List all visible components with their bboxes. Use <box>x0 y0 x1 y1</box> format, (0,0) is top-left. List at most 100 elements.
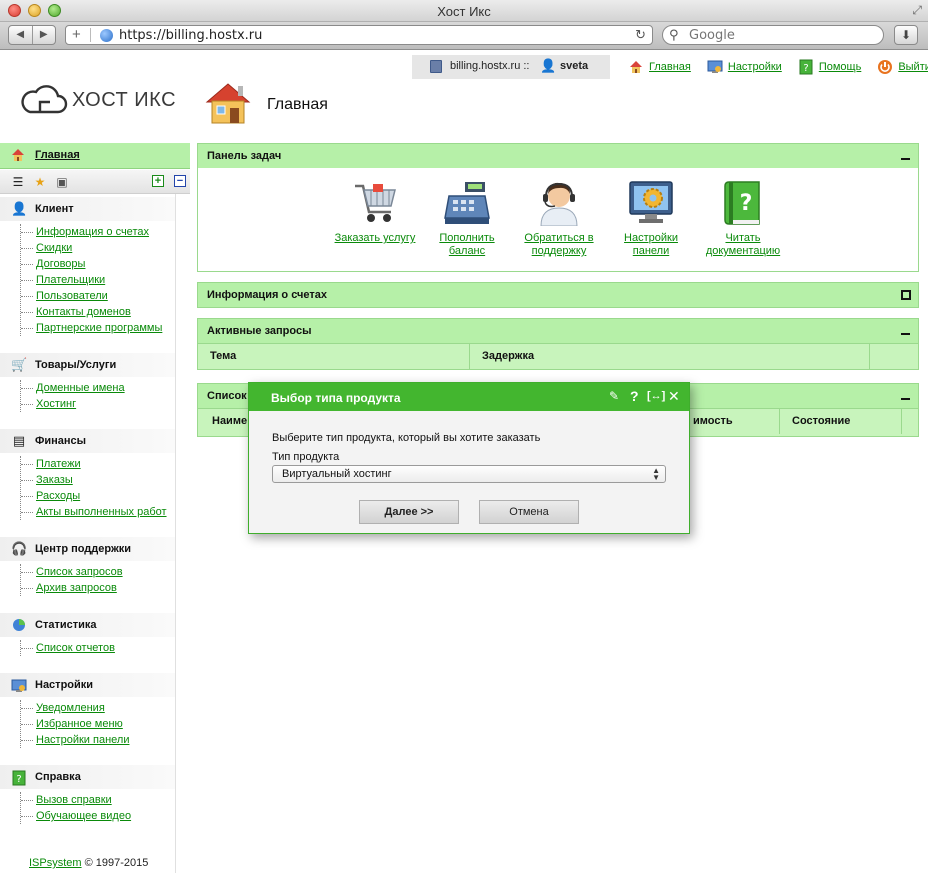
sidebar-item-link[interactable]: Акты выполненных работ <box>36 506 167 518</box>
tasks-panel-header[interactable]: Панель задач <box>197 143 919 169</box>
sidebar-item-link[interactable]: Заказы <box>36 474 73 486</box>
sidebar-item-link[interactable]: Контакты доменов <box>36 306 131 318</box>
column-header-cost[interactable]: имость <box>680 409 780 434</box>
column-header-topic[interactable]: Тема <box>198 344 470 369</box>
sidebar-item-link[interactable]: Настройки панели <box>36 734 129 746</box>
sidebar-item-link[interactable]: Хостинг <box>36 398 76 410</box>
sidebar-item[interactable]: Информация о счетах <box>21 224 175 240</box>
task-read-docs[interactable]: ? Читать документацию <box>698 180 788 258</box>
help-icon[interactable]: ? <box>630 388 639 404</box>
close-icon[interactable]: ✕ <box>668 388 680 404</box>
sidebar-item[interactable]: Уведомления <box>21 700 175 716</box>
dialog-header[interactable]: Выбор типа продукта ✎ ? [↔] ✕ <box>249 383 689 411</box>
top-link-settings-label[interactable]: Настройки <box>728 61 782 73</box>
reload-icon[interactable]: ↻ <box>635 27 646 43</box>
sidebar-item[interactable]: Заказы <box>21 472 175 488</box>
resize-icon[interactable]: [↔] <box>647 388 665 404</box>
column-header-delay[interactable]: Задержка <box>470 344 870 369</box>
expand-all-icon[interactable]: + <box>152 175 164 187</box>
sidebar-item[interactable]: Партнерские программы <box>21 320 175 336</box>
url-text[interactable]: https://billing.hostx.ru <box>119 28 262 43</box>
maximize-panel-icon[interactable] <box>901 290 911 300</box>
sidebar-item[interactable]: Список запросов <box>21 564 175 580</box>
cancel-button[interactable]: Отмена <box>479 500 579 524</box>
top-link-help[interactable]: ? Помощь <box>798 59 862 75</box>
task-order-service[interactable]: Заказать услугу <box>330 180 420 245</box>
sidebar-group-head[interactable]: 🎧 Центр поддержки <box>0 537 175 561</box>
top-link-logout[interactable]: Выйти <box>877 59 928 75</box>
sidebar-group-head[interactable]: ▤ Финансы <box>0 429 175 453</box>
sidebar-item-link[interactable]: Договоры <box>36 258 85 270</box>
sidebar-item[interactable]: Скидки <box>21 240 175 256</box>
sidebar-item-home[interactable]: Главная <box>0 143 190 169</box>
briefcase-icon[interactable]: ▣ <box>54 174 70 190</box>
collapse-all-icon[interactable]: − <box>174 175 186 187</box>
sidebar-item[interactable]: Платежи <box>21 456 175 472</box>
sidebar-group-head[interactable]: Настройки <box>0 673 175 697</box>
top-link-home[interactable]: Главная <box>628 59 691 75</box>
task-panel-settings-label[interactable]: Настройки панели <box>606 232 696 258</box>
requests-panel-header[interactable]: Активные запросы <box>197 318 919 344</box>
sidebar-item[interactable]: Плательщики <box>21 272 175 288</box>
sidebar-item-link[interactable]: Обучающее видео <box>36 810 131 822</box>
fullscreen-icon[interactable]: ⤢ <box>912 3 922 18</box>
task-panel-settings[interactable]: Настройки панели <box>606 180 696 258</box>
sidebar-item[interactable]: Обучающее видео <box>21 808 175 824</box>
sidebar-item[interactable]: Архив запросов <box>21 580 175 596</box>
sidebar-group-head[interactable]: 👤 Клиент <box>0 197 175 221</box>
forward-button[interactable]: ▶ <box>31 26 56 44</box>
sidebar-item[interactable]: Контакты доменов <box>21 304 175 320</box>
sidebar-group-head[interactable]: 🛒 Товары/Услуги <box>0 353 175 377</box>
task-contact-support[interactable]: Обратиться в поддержку <box>514 180 604 258</box>
address-bar[interactable]: + https://billing.hostx.ru ↻ <box>65 25 653 45</box>
minimize-panel-icon[interactable] <box>900 323 912 337</box>
sidebar-item-link[interactable]: Партнерские программы <box>36 322 162 334</box>
task-read-docs-label[interactable]: Читать документацию <box>698 232 788 258</box>
favorites-icon[interactable]: ★ <box>32 174 48 190</box>
sidebar-item[interactable]: Хостинг <box>21 396 175 412</box>
pin-icon[interactable]: ✎ <box>609 388 619 404</box>
sidebar-item-link[interactable]: Скидки <box>36 242 72 254</box>
next-button[interactable]: Далее >> <box>359 500 459 524</box>
sidebar-item[interactable]: Список отчетов <box>21 640 175 656</box>
sidebar-item-link[interactable]: Платежи <box>36 458 81 470</box>
sidebar-item[interactable]: Избранное меню <box>21 716 175 732</box>
sidebar-item-link[interactable]: Пользователи <box>36 290 108 302</box>
sidebar-item-link[interactable]: Информация о счетах <box>36 226 149 238</box>
top-link-help-label[interactable]: Помощь <box>819 61 862 73</box>
task-top-up-balance[interactable]: Пополнить баланс <box>422 180 512 258</box>
task-order-service-label[interactable]: Заказать услугу <box>330 232 420 245</box>
minimize-panel-icon[interactable] <box>900 148 912 162</box>
top-link-logout-label[interactable]: Выйти <box>898 61 928 73</box>
task-contact-support-label[interactable]: Обратиться в поддержку <box>514 232 604 258</box>
minimize-panel-icon[interactable] <box>900 388 912 402</box>
sidebar-item-link[interactable]: Доменные имена <box>36 382 125 394</box>
top-link-settings[interactable]: Настройки <box>707 59 782 75</box>
sidebar-item[interactable]: Акты выполненных работ <box>21 504 175 520</box>
sidebar-item-link[interactable]: Список отчетов <box>36 642 115 654</box>
sidebar-item-link[interactable]: Плательщики <box>36 274 105 286</box>
sidebar-item[interactable]: Доменные имена <box>21 380 175 396</box>
top-link-home-label[interactable]: Главная <box>649 61 691 73</box>
sidebar-item[interactable]: Договоры <box>21 256 175 272</box>
accounts-panel-header[interactable]: Информация о счетах <box>197 282 919 308</box>
sidebar-item-link[interactable]: Уведомления <box>36 702 105 714</box>
sidebar-item-link[interactable]: Избранное меню <box>36 718 123 730</box>
menu-list-icon[interactable]: ☰ <box>10 174 26 190</box>
column-header-status[interactable]: Состояние <box>780 409 902 434</box>
task-top-up-balance-label[interactable]: Пополнить баланс <box>422 232 512 258</box>
sidebar-item-link[interactable]: Расходы <box>36 490 80 502</box>
sidebar-item-link[interactable]: Архив запросов <box>36 582 117 594</box>
sidebar-item[interactable]: Пользователи <box>21 288 175 304</box>
sidebar-group-head[interactable]: Статистика <box>0 613 175 637</box>
downloads-button[interactable]: ⬇ <box>894 25 918 45</box>
copyright-link[interactable]: ISPsystem <box>29 857 82 869</box>
product-type-select[interactable]: Виртуальный хостинг ▲ ▼ <box>272 465 666 483</box>
back-button[interactable]: ◀ <box>9 26 32 44</box>
sidebar-item[interactable]: Настройки панели <box>21 732 175 748</box>
search-input[interactable] <box>689 28 869 42</box>
sidebar-item[interactable]: Расходы <box>21 488 175 504</box>
sidebar-item[interactable]: Вызов справки <box>21 792 175 808</box>
add-bookmark-icon[interactable]: + <box>72 27 81 43</box>
sidebar-item-home-label[interactable]: Главная <box>35 149 80 161</box>
